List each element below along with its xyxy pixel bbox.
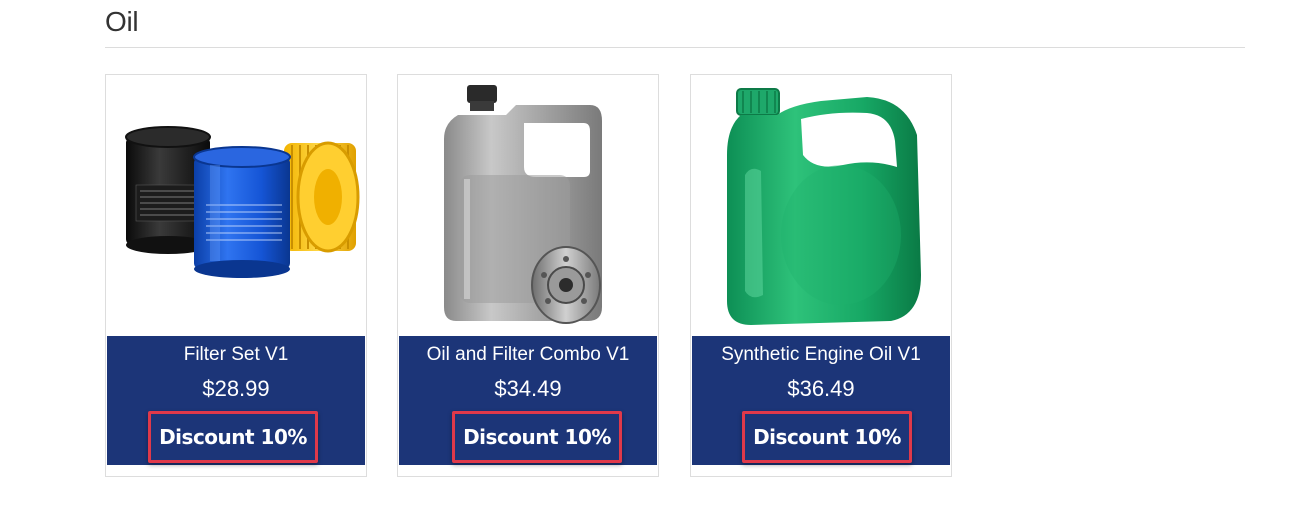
product-price: $34.49 [494, 376, 562, 401]
product-info-panel: Filter Set V1 $28.99 Discount 10% [107, 336, 365, 465]
section-divider [105, 47, 1245, 48]
product-price: $28.99 [202, 376, 270, 401]
oil-jug-with-filter-image[interactable] [398, 75, 658, 335]
product-card-filter-set[interactable]: Filter Set V1 $28.99 Discount 10% [105, 74, 367, 477]
discount-badge: Discount 10% [148, 411, 318, 463]
discount-badge: Discount 10% [452, 411, 622, 463]
section-title: Oil [105, 6, 139, 37]
product-price: $36.49 [787, 376, 855, 401]
product-name[interactable]: Oil and Filter Combo V1 [399, 344, 657, 366]
product-name[interactable]: Synthetic Engine Oil V1 [692, 344, 950, 366]
green-oil-jug-image[interactable] [691, 75, 951, 335]
product-card-synthetic-engine-oil[interactable]: Synthetic Engine Oil V1 $36.49 Discount … [690, 74, 952, 477]
product-name[interactable]: Filter Set V1 [107, 344, 365, 366]
product-info-panel: Oil and Filter Combo V1 $34.49 Discount … [399, 336, 657, 465]
discount-badge: Discount 10% [742, 411, 912, 463]
product-info-panel: Synthetic Engine Oil V1 $36.49 Discount … [692, 336, 950, 465]
oil-filter-set-image[interactable] [106, 75, 366, 335]
product-card-oil-filter-combo[interactable]: Oil and Filter Combo V1 $34.49 Discount … [397, 74, 659, 477]
